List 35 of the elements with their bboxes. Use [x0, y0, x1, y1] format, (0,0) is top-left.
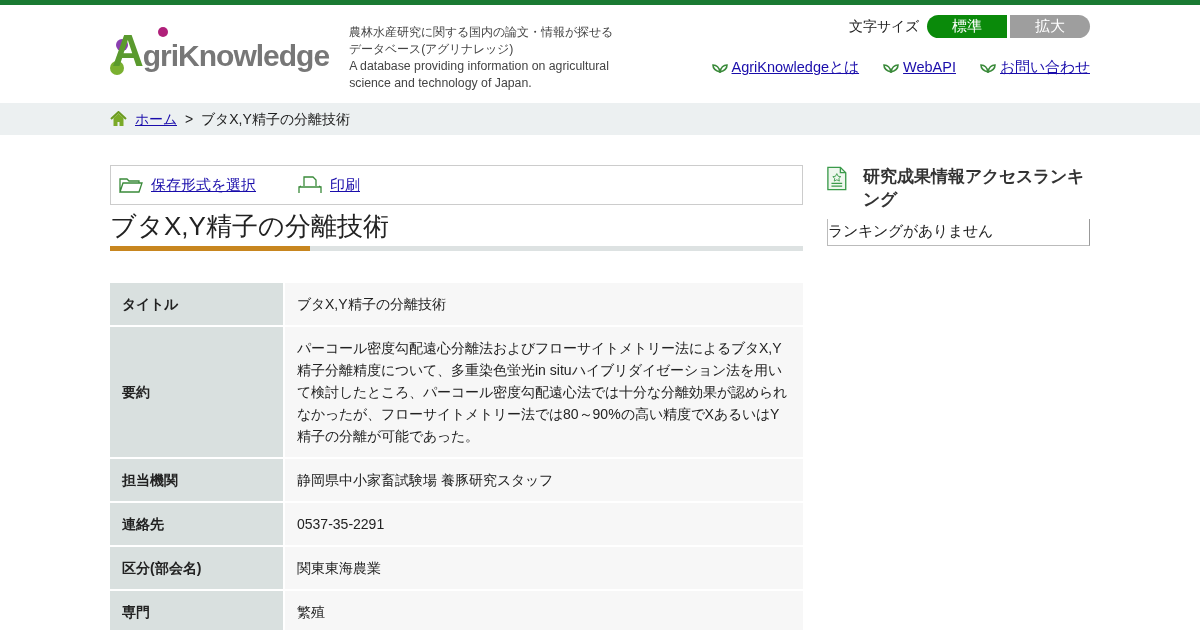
- field-label: 専門: [110, 591, 283, 630]
- save-format-link[interactable]: 保存形式を選択: [151, 173, 256, 197]
- tagline-english: A database providing information on agricultural science and technology of Japan.: [349, 58, 610, 92]
- print-link[interactable]: 印刷: [330, 173, 360, 197]
- home-icon: [110, 111, 127, 127]
- header-link[interactable]: お問い合わせ: [1000, 57, 1090, 79]
- field-label: タイトル: [110, 283, 283, 326]
- breadcrumb-home-link[interactable]: ホーム: [135, 108, 177, 130]
- header-link[interactable]: AgriKnowledgeとは: [731, 57, 860, 79]
- field-value: 繁殖: [285, 591, 803, 630]
- breadcrumb-current: ブタX,Y精子の分離技術: [201, 109, 350, 129]
- field-value: パーコール密度勾配遠心分離法およびフローサイトメトリー法によるブタX,Y精子分離精度について、多重染色蛍光in situハイブリダイゼーション法を用いて検討したところ、パーコール密度勾配遠心法では十分な分離効果が認められなかったが、フローサイトメトリー法では80～90%の高い精度でXあるいはY精子の分離が可能であった。: [285, 327, 803, 458]
- field-value: 関東東海農業: [285, 547, 803, 590]
- document-star-icon: [827, 165, 847, 192]
- sprout-icon: [711, 62, 728, 73]
- sprout-icon: [883, 62, 900, 73]
- field-label: 要約: [110, 327, 283, 458]
- tagline: 農林水産研究に関する国内の論文・情報が探せるデータベース(アグリナレッジ): [349, 24, 615, 58]
- header-link[interactable]: WebAPI: [903, 57, 956, 79]
- font-size-label: 文字サイズ: [849, 17, 919, 36]
- font-size-option[interactable]: 標準: [927, 15, 1007, 38]
- printer-icon: [298, 176, 322, 194]
- field-label: 区分(部会名): [110, 547, 283, 590]
- field-label: 担当機関: [110, 459, 283, 502]
- field-value: 0537-35-2291: [285, 503, 803, 546]
- field-value: ブタX,Y精子の分離技術: [285, 283, 803, 326]
- field-label: 連絡先: [110, 503, 283, 546]
- page-title: ブタX,Y精子の分離技術: [110, 211, 390, 243]
- logo[interactable]: AgriKnowledge: [110, 21, 330, 77]
- breadcrumb-separator: >: [185, 109, 194, 129]
- field-value: 静岡県中小家畜試験場 養豚研究スタッフ: [285, 459, 803, 502]
- folder-icon: [119, 177, 143, 193]
- sprout-icon: [980, 62, 996, 73]
- ranking-empty-message: ランキングがありません: [827, 219, 1090, 246]
- ranking-title: 研究成果情報アクセスランキング: [862, 166, 1085, 211]
